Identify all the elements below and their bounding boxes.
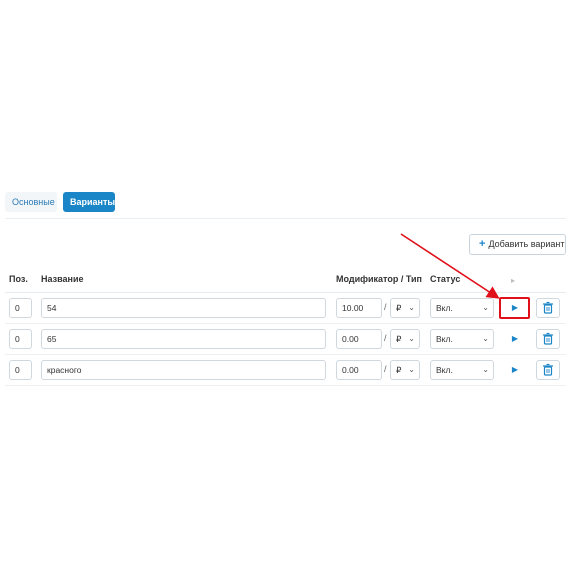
row-divider [5, 385, 566, 386]
status-value: Вкл. [436, 303, 453, 313]
modifier-input[interactable]: 0.00 [336, 360, 382, 380]
status-select[interactable]: Вкл. ⌄ [430, 360, 494, 380]
expand-variant-button[interactable]: ▶ [501, 329, 529, 349]
variant-name-input[interactable]: 65 [41, 329, 326, 349]
position-input[interactable]: 0 [9, 360, 32, 380]
chevron-down-icon: ⌄ [408, 303, 415, 312]
status-value: Вкл. [436, 334, 453, 344]
header-divider [5, 292, 566, 293]
add-variant-button[interactable]: + Добавить вариант [469, 234, 566, 255]
row-divider [5, 323, 566, 324]
delete-variant-button[interactable] [536, 360, 560, 380]
delete-variant-button[interactable] [536, 329, 560, 349]
annotation-highlight-box [499, 297, 530, 319]
modifier-input[interactable]: 0.00 [336, 329, 382, 349]
add-variant-label: Добавить вариант [488, 239, 565, 249]
modifier-type-select[interactable]: ₽ ⌄ [390, 329, 420, 349]
modifier-type-select[interactable]: ₽ ⌄ [390, 298, 420, 318]
modifier-type-value: ₽ [396, 334, 402, 344]
modifier-type-value: ₽ [396, 365, 402, 375]
variant-name-input[interactable]: 54 [41, 298, 326, 318]
status-select[interactable]: Вкл. ⌄ [430, 329, 494, 349]
status-value: Вкл. [436, 365, 453, 375]
header-name: Название [41, 274, 84, 284]
chevron-down-icon: ⌄ [482, 365, 489, 374]
modifier-separator: / [384, 333, 387, 343]
status-select[interactable]: Вкл. ⌄ [430, 298, 494, 318]
variant-name-input[interactable]: красного [41, 360, 326, 380]
position-input[interactable]: 0 [9, 298, 32, 318]
header-caret-icon: ▸ [511, 276, 516, 285]
caret-right-icon: ▶ [511, 365, 519, 374]
modifier-input[interactable]: 10.00 [336, 298, 382, 318]
trash-icon [543, 363, 553, 376]
caret-right-icon: ▶ [511, 334, 519, 343]
chevron-down-icon: ⌄ [482, 303, 489, 312]
tabs-divider [5, 218, 566, 219]
expand-variant-button[interactable]: ▶ [501, 360, 529, 380]
header-status: Статус [430, 274, 461, 284]
modifier-type-select[interactable]: ₽ ⌄ [390, 360, 420, 380]
tab-main[interactable]: Основные [5, 192, 57, 212]
header-position: Поз. [9, 274, 28, 284]
plus-icon: + [479, 238, 486, 250]
chevron-down-icon: ⌄ [408, 334, 415, 343]
modifier-type-value: ₽ [396, 303, 402, 313]
trash-icon [543, 332, 553, 345]
delete-variant-button[interactable] [536, 298, 560, 318]
modifier-separator: / [384, 302, 387, 312]
modifier-separator: / [384, 364, 387, 374]
header-modifier-type: Модификатор / Тип [336, 274, 422, 284]
chevron-down-icon: ⌄ [408, 365, 415, 374]
trash-icon [543, 301, 553, 314]
chevron-down-icon: ⌄ [482, 334, 489, 343]
row-divider [5, 354, 566, 355]
annotation-arrow [400, 233, 500, 299]
tab-variants[interactable]: Варианты [63, 192, 115, 212]
position-input[interactable]: 0 [9, 329, 32, 349]
